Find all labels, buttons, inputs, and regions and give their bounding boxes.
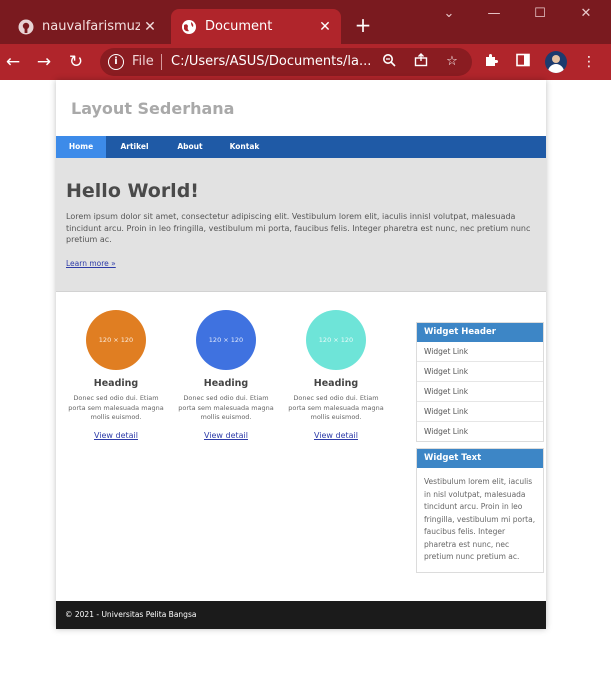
maximize-button[interactable]: ☐ [524,6,556,26]
forward-icon[interactable]: → [33,51,55,73]
card-image: 120 × 120 [196,310,256,370]
menu-kebab-icon[interactable]: ⋮ [579,52,599,72]
site-title: Layout Sederhana [71,99,235,118]
feature-card: 120 × 120 Heading Donec sed odio dui. Et… [66,310,166,442]
view-detail-link[interactable]: View detail [94,431,138,440]
widget-link[interactable]: Widget Link [417,422,543,441]
minimize-button[interactable]: — [478,6,510,26]
widget-text-body: Vestibulum lorem elit, iaculis in nisl v… [424,477,536,561]
page-container: Layout Sederhana Home Artikel About Kont… [56,80,546,629]
tab-title: Document [205,19,273,34]
close-tab-icon[interactable]: ✕ [140,19,160,35]
view-detail-link[interactable]: View detail [314,431,358,440]
close-tab-icon[interactable]: ✕ [315,19,335,35]
card-image: 120 × 120 [86,310,146,370]
scheme-label: File [132,54,154,69]
widget-text-header: Widget Text [417,449,543,468]
feature-card: 120 × 120 Heading Donec sed odio dui. Et… [176,310,276,442]
nav-home[interactable]: Home [56,136,106,158]
page-footer: © 2021 - Universitas Pelita Bangsa [56,601,546,629]
back-icon[interactable]: ← [2,51,24,73]
widget-text: Widget Text Vestibulum lorem elit, iacul… [416,448,544,573]
tab-document[interactable]: Document ✕ [171,9,341,44]
reload-icon[interactable]: ↻ [65,51,87,73]
footer-copyright: © 2021 - Universitas Pelita Bangsa [65,610,197,619]
info-icon[interactable]: i [108,54,124,70]
widget-link[interactable]: Widget Link [417,362,543,382]
zoom-icon[interactable] [380,53,398,71]
extensions-icon[interactable] [481,52,501,72]
tab-strip: nauvalfarismuzaki/la ✕ Document ✕ + ⌄ — … [0,0,611,44]
address-bar[interactable]: i File C:/Users/ASUS/Documents/la... ☆ [100,48,472,76]
card-heading: Heading [203,378,249,389]
widget-links: Widget Header Widget Link Widget Link Wi… [416,322,544,442]
close-window-button[interactable]: ✕ [570,6,602,26]
github-icon [18,19,34,35]
feature-card: 120 × 120 Heading Donec sed odio dui. Et… [286,310,386,442]
tab-title: nauvalfarismuzaki/la [42,19,140,34]
card-heading: Heading [313,378,359,389]
learn-more-link[interactable]: Learn more » [66,259,116,268]
card-text: Donec sed odio dui. Etiam porta sem male… [288,394,384,421]
tab-search-icon[interactable]: ⌄ [433,6,465,26]
card-image: 120 × 120 [306,310,366,370]
profile-avatar[interactable] [545,51,567,73]
share-icon[interactable] [412,53,430,71]
hero-text: Lorem ipsum dolor sit amet, consectetur … [66,212,531,244]
main-nav: Home Artikel About Kontak [56,136,546,158]
page-viewport: Layout Sederhana Home Artikel About Kont… [0,80,611,683]
hero-section: Hello World! Lorem ipsum dolor sit amet,… [56,158,546,292]
new-tab-button[interactable]: + [352,14,374,36]
nav-artikel[interactable]: Artikel [112,136,157,158]
side-panel-icon[interactable] [513,52,533,72]
widget-link[interactable]: Widget Link [417,402,543,422]
hero-heading: Hello World! [66,180,199,202]
url-text[interactable]: C:/Users/ASUS/Documents/la... [171,54,371,69]
nav-about[interactable]: About [168,136,212,158]
browser-toolbar: ← → ↻ i File C:/Users/ASUS/Documents/la.… [0,44,611,80]
widget-link[interactable]: Widget Link [417,342,543,362]
nav-kontak[interactable]: Kontak [222,136,267,158]
card-heading: Heading [93,378,139,389]
address-divider [161,54,162,70]
card-text: Donec sed odio dui. Etiam porta sem male… [178,394,274,421]
tab-github[interactable]: nauvalfarismuzaki/la ✕ [8,9,166,44]
widget-link[interactable]: Widget Link [417,382,543,402]
widget-header: Widget Header [417,323,543,342]
card-text: Donec sed odio dui. Etiam porta sem male… [68,394,164,421]
bookmark-star-icon[interactable]: ☆ [443,53,461,71]
globe-icon [181,19,197,35]
view-detail-link[interactable]: View detail [204,431,248,440]
